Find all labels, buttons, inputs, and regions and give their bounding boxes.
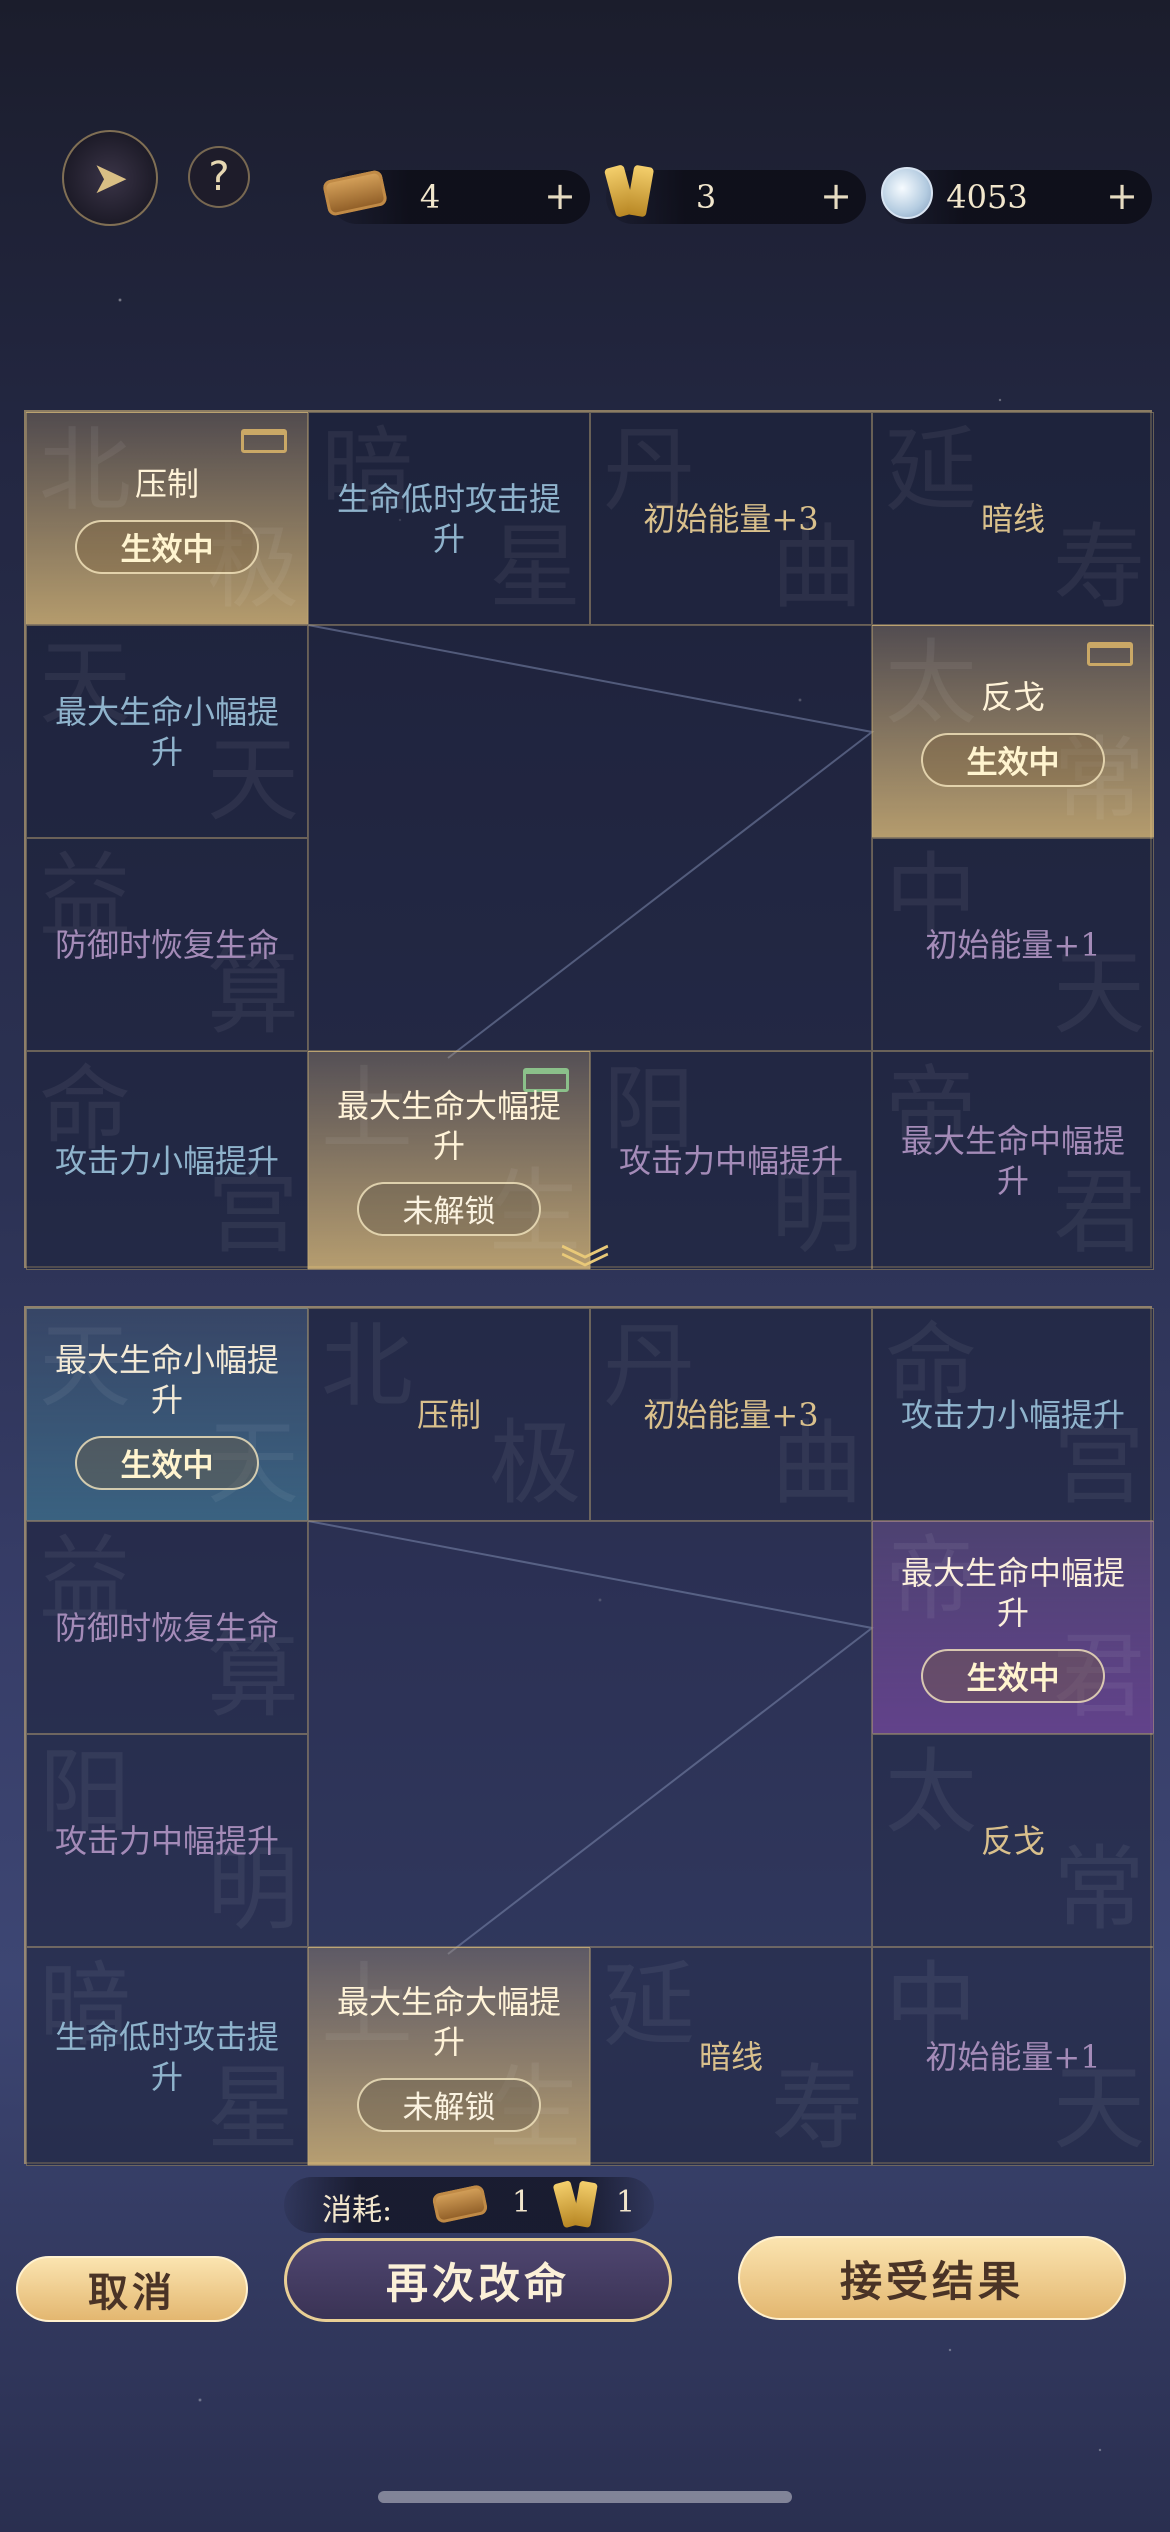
status-badge: 生效中 <box>75 1435 259 1490</box>
cell-label: 压制 <box>134 464 199 503</box>
cell-top-0[interactable]: 北 极 压制 生效中 <box>26 412 308 625</box>
add-orb-button[interactable]: + <box>1106 176 1138 216</box>
talisman-icon <box>554 2179 600 2233</box>
scroll-count: 4 <box>419 178 441 216</box>
bg-glyph: 寿 <box>1052 514 1145 621</box>
cell-top-1[interactable]: 暗 星 生命低时攻击提升 <box>308 412 590 625</box>
status-badge: 生效中 <box>921 1648 1105 1703</box>
resource-orb: 4053 + <box>881 167 1152 224</box>
cell-label: 最大生命大幅提升 <box>336 1982 561 2061</box>
double-chevron-down-icon: ︾ <box>560 1241 610 1299</box>
cell-bottom-2[interactable]: 丹 曲 初始能量+3 <box>590 1308 872 1521</box>
cell-label: 攻击力中幅提升 <box>618 1141 843 1180</box>
grid-center <box>308 625 872 1051</box>
lock-icon <box>1087 642 1133 666</box>
cell-label: 最大生命中幅提升 <box>900 1121 1125 1200</box>
cell-bottom-4[interactable]: 益 算 防御时恢复生命 <box>26 1521 308 1734</box>
cell-label: 最大生命小幅提升 <box>54 1340 279 1419</box>
cost-label: 消耗: <box>322 2193 393 2228</box>
back-arrow-icon: ➤ <box>91 152 129 204</box>
cell-label: 攻击力小幅提升 <box>54 1141 279 1180</box>
cell-bottom-11[interactable]: 中 天 初始能量+1 <box>872 1947 1154 2166</box>
cell-label: 暗线 <box>698 2037 763 2076</box>
status-badge: 生效中 <box>75 519 259 574</box>
cell-bottom-5[interactable]: 帝 君 最大生命中幅提升 生效中 <box>872 1521 1154 1734</box>
help-button[interactable]: ? <box>188 146 250 208</box>
back-button[interactable]: ➤ <box>62 130 158 226</box>
cell-top-4[interactable]: 天 天 最大生命小幅提升 <box>26 625 308 838</box>
bg-glyph: 明 <box>770 1159 863 1266</box>
cell-bottom-7[interactable]: 太 常 反戈 <box>872 1734 1154 1947</box>
cell-top-10[interactable]: 阳 明 攻击力中幅提升 <box>590 1051 872 1270</box>
cell-label: 初始能量+3 <box>643 1395 819 1434</box>
cell-bottom-0[interactable]: 天 天 最大生命小幅提升 生效中 <box>26 1308 308 1521</box>
scroll-icon <box>431 2183 489 2225</box>
bg-glyph: 寿 <box>770 2055 863 2162</box>
bg-glyph: 天 <box>1052 2055 1145 2162</box>
cell-label: 最大生命小幅提升 <box>54 692 279 771</box>
cell-top-11[interactable]: 帝 君 最大生命中幅提升 <box>872 1051 1154 1270</box>
cell-label: 初始能量+1 <box>925 2037 1101 2076</box>
cost-talisman-count: 1 <box>616 2185 636 2220</box>
orb-count: 4053 <box>946 178 1028 216</box>
status-badge: 生效中 <box>921 732 1105 787</box>
status-badge: 未解锁 <box>357 1181 541 1236</box>
status-badge: 未解锁 <box>357 2077 541 2132</box>
grid-result: 天 天 最大生命小幅提升 生效中 北 极 压制 丹 曲 初始能量+3 命 宫 攻… <box>24 1306 1154 2166</box>
cost-scroll-count: 1 <box>512 2185 532 2220</box>
cell-top-6[interactable]: 益 算 防御时恢复生命 <box>26 838 308 1051</box>
cell-top-3[interactable]: 延 寿 暗线 <box>872 412 1154 625</box>
cell-top-8[interactable]: 命 宫 攻击力小幅提升 <box>26 1051 308 1270</box>
cell-top-9[interactable]: 上 生 最大生命大幅提升 未解锁 <box>308 1051 590 1270</box>
accept-result-button[interactable]: 接受结果 <box>738 2236 1126 2320</box>
cell-label: 攻击力小幅提升 <box>900 1395 1125 1434</box>
cell-label: 防御时恢复生命 <box>54 1608 279 1647</box>
grid-current: 北 极 压制 生效中 暗 星 生命低时攻击提升 丹 曲 初始能量+3 延 寿 暗… <box>24 410 1154 1270</box>
cell-label: 防御时恢复生命 <box>54 925 279 964</box>
cell-label: 初始能量+3 <box>643 499 819 538</box>
cell-label: 初始能量+1 <box>925 925 1101 964</box>
lock-icon <box>241 429 287 453</box>
cell-label: 反戈 <box>980 677 1045 716</box>
cell-bottom-10[interactable]: 延 寿 暗线 <box>590 1947 872 2166</box>
cell-top-2[interactable]: 丹 曲 初始能量+3 <box>590 412 872 625</box>
retry-button[interactable]: 再次改命 <box>284 2238 672 2322</box>
cell-bottom-9[interactable]: 上 生 最大生命大幅提升 未解锁 <box>308 1947 590 2166</box>
cell-bottom-3[interactable]: 命 宫 攻击力小幅提升 <box>872 1308 1154 1521</box>
resource-scroll: 4 + <box>321 169 590 224</box>
cancel-button[interactable]: 取消 <box>16 2256 248 2322</box>
cell-label: 生命低时攻击提升 <box>54 2017 279 2096</box>
cell-label: 攻击力中幅提升 <box>54 1821 279 1860</box>
resource-talisman: 3 + <box>606 170 866 224</box>
talisman-count: 3 <box>695 178 717 216</box>
bg-glyph: 常 <box>1052 1836 1145 1943</box>
cell-bottom-8[interactable]: 暗 星 生命低时攻击提升 <box>26 1947 308 2166</box>
cell-label: 暗线 <box>980 499 1045 538</box>
cell-bottom-1[interactable]: 北 极 压制 <box>308 1308 590 1521</box>
cell-label: 反戈 <box>980 1821 1045 1860</box>
cell-top-5[interactable]: 太 常 反戈 生效中 <box>872 625 1154 838</box>
cell-top-7[interactable]: 中 天 初始能量+1 <box>872 838 1154 1051</box>
add-talisman-button[interactable]: + <box>820 176 852 216</box>
grid-center <box>308 1521 872 1947</box>
cell-label: 最大生命大幅提升 <box>336 1086 561 1165</box>
cell-bottom-6[interactable]: 阳 明 攻击力中幅提升 <box>26 1734 308 1947</box>
bg-glyph: 宫 <box>206 1159 299 1266</box>
bg-glyph: 极 <box>488 1410 581 1517</box>
add-scroll-button[interactable]: + <box>544 176 576 216</box>
cell-label: 生命低时攻击提升 <box>336 479 561 558</box>
cell-label: 最大生命中幅提升 <box>900 1553 1125 1632</box>
cell-label: 压制 <box>416 1395 481 1434</box>
home-indicator[interactable] <box>378 2491 792 2503</box>
cost-bar: 消耗: 1 1 <box>284 2177 654 2233</box>
